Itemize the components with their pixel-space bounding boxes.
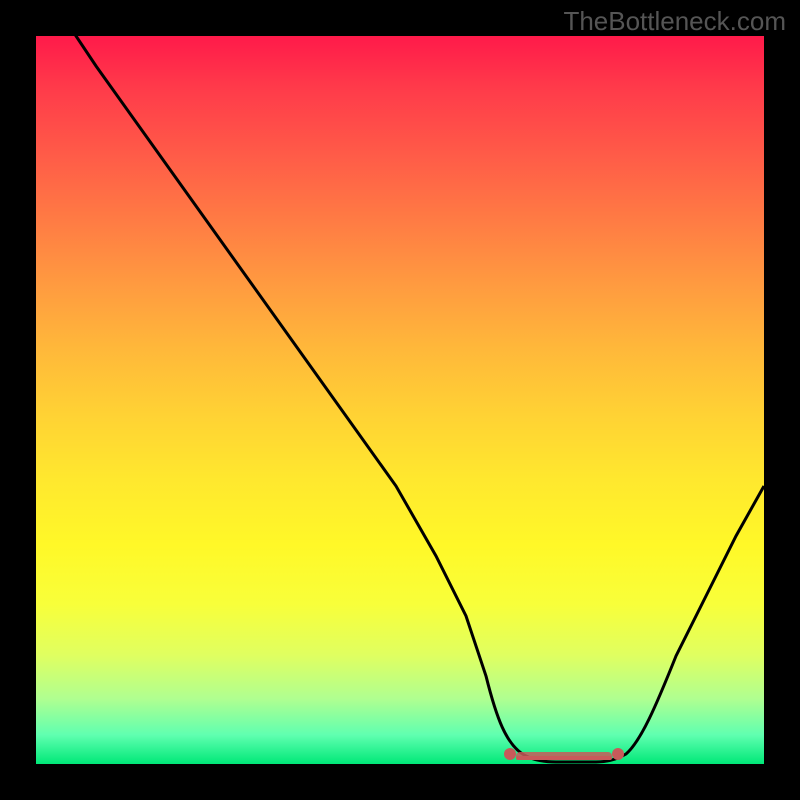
optimal-range-band-dots [516,756,612,760]
optimal-range-end-marker [612,748,624,760]
optimal-range-start-marker [504,748,516,760]
bottleneck-curve-line [56,36,764,762]
chart-plot-area [36,36,764,764]
watermark-text: TheBottleneck.com [563,6,786,37]
chart-curve-layer [36,36,764,764]
